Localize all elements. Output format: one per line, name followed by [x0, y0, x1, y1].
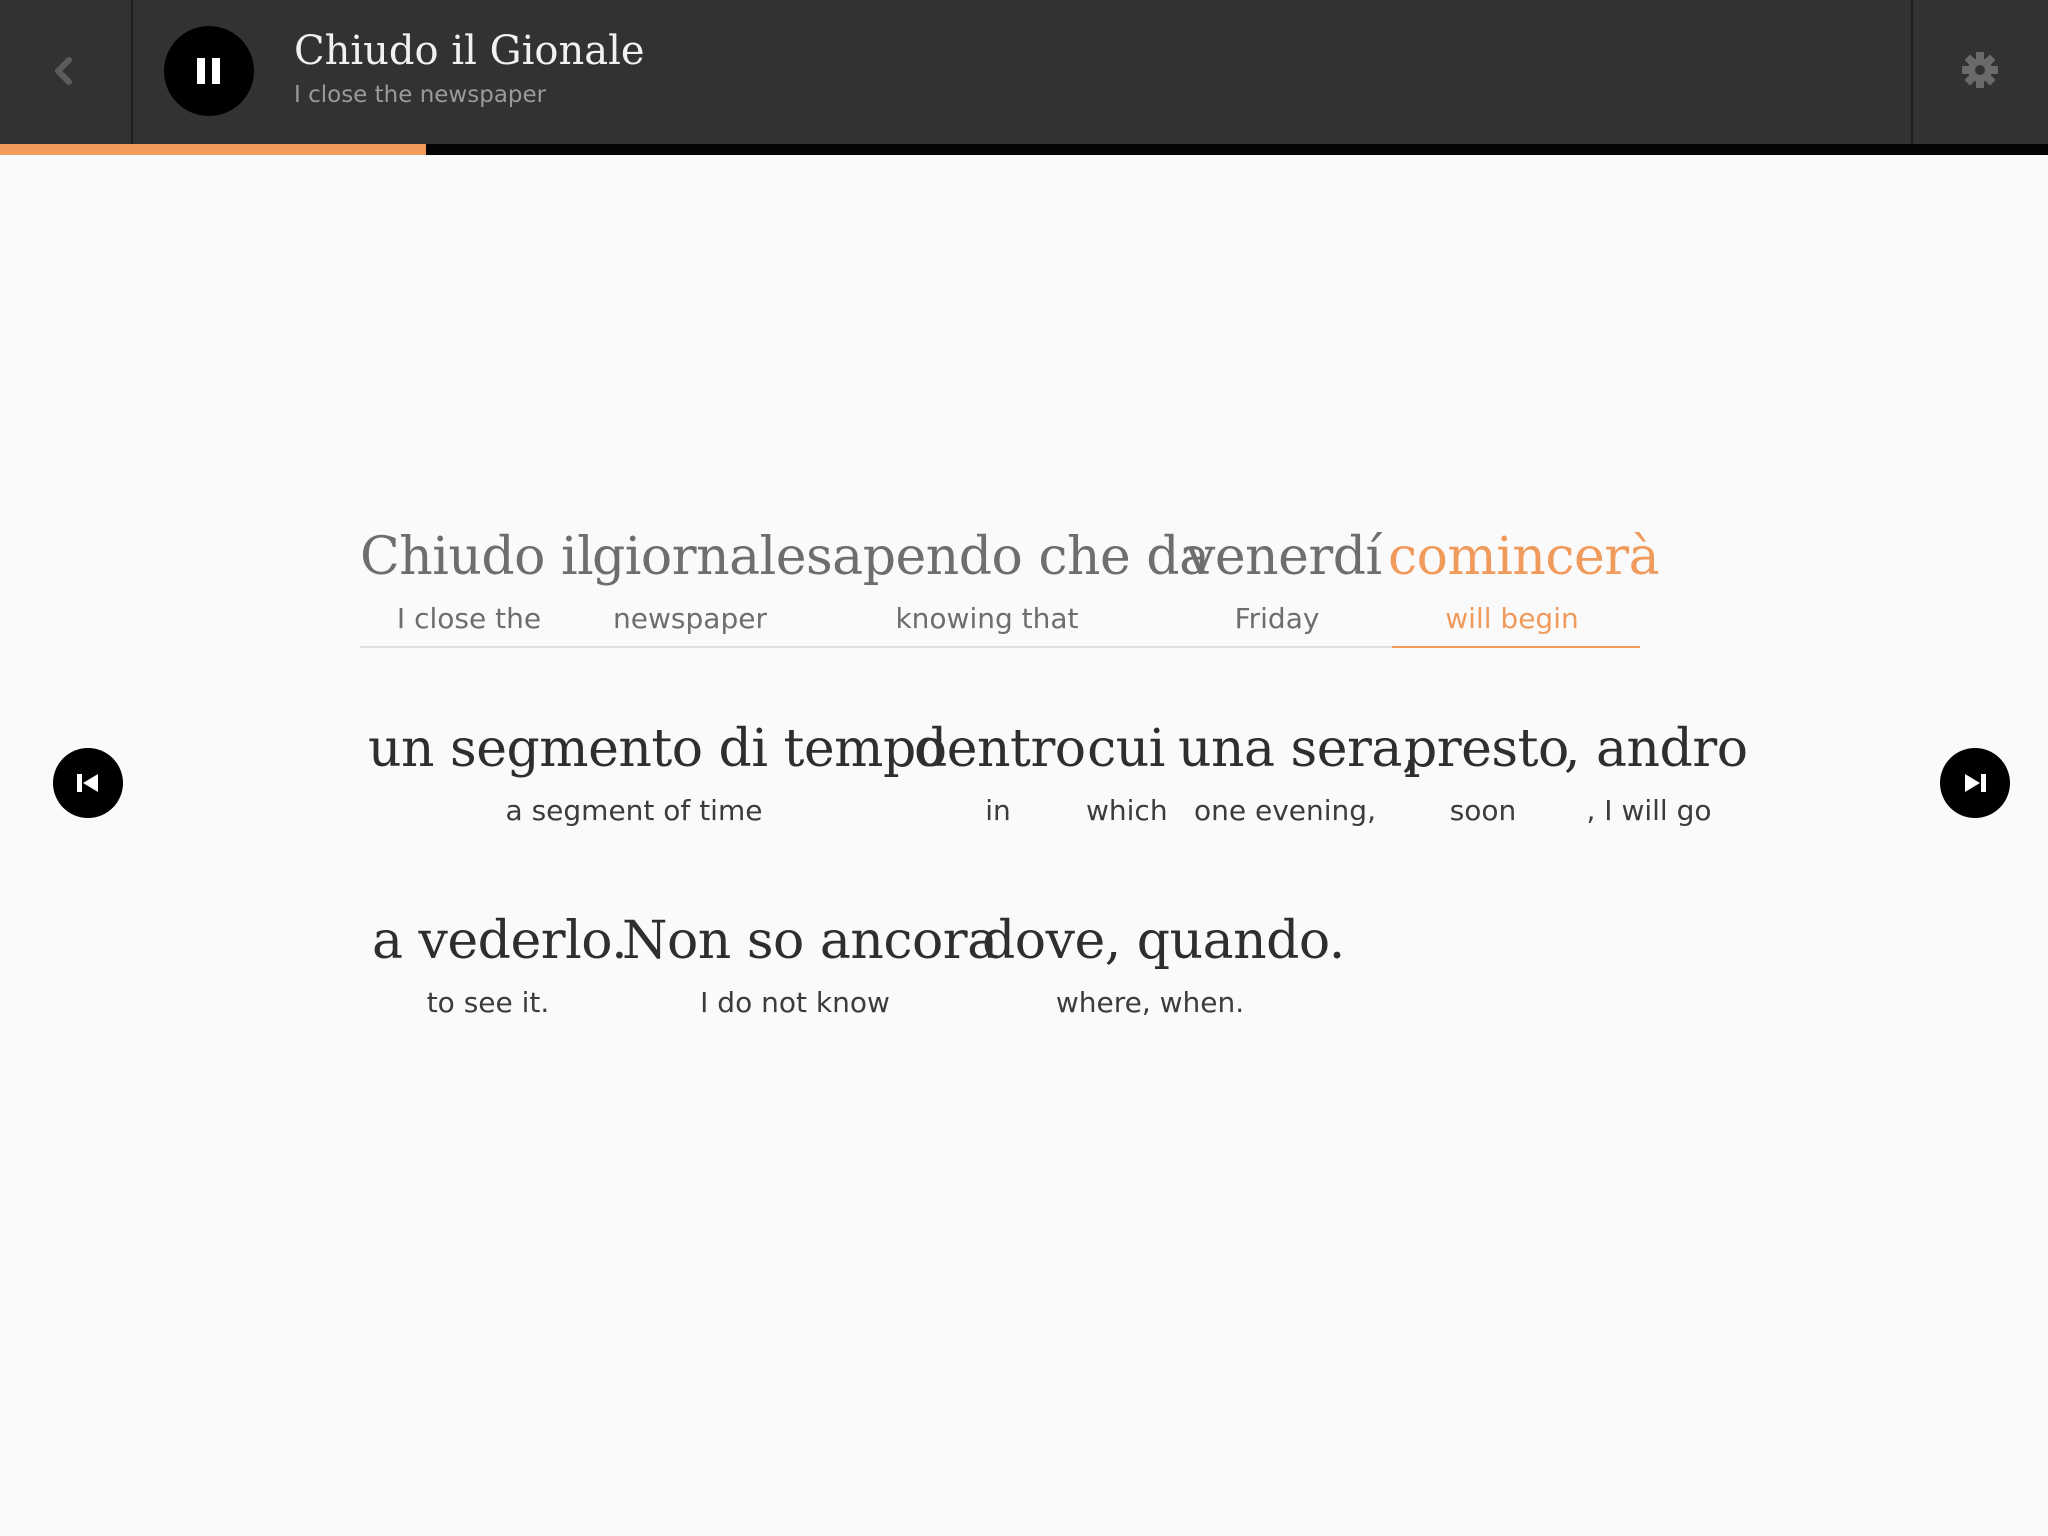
lesson-subtitle: I close the newspaper — [294, 82, 547, 108]
italian-word: , andro — [1564, 719, 1748, 779]
english-gloss: one evening, — [1194, 794, 1376, 827]
sentence-line-2: un segmento di tempo a segment of time d… — [0, 713, 2048, 833]
previous-sentence-button[interactable] — [53, 748, 123, 818]
word-pair[interactable]: venerdí Friday — [1186, 521, 1382, 639]
english-gloss: Friday — [1234, 602, 1320, 635]
back-button[interactable] — [0, 0, 132, 144]
word-pair[interactable]: un segmento di tempo a segment of time — [368, 713, 947, 831]
italian-word: Chiudo il — [360, 527, 594, 587]
word-pair[interactable]: presto soon — [1404, 713, 1569, 831]
gear-icon — [1962, 52, 1998, 88]
word-pair[interactable]: a vederlo. to see it. — [372, 905, 628, 1023]
italian-word: sapendo che da — [806, 527, 1210, 587]
english-gloss: soon — [1449, 794, 1517, 827]
progress-fill — [0, 144, 426, 155]
english-gloss: which — [1086, 794, 1168, 827]
english-gloss: newspaper — [613, 602, 767, 635]
skip-next-icon — [1965, 774, 1986, 792]
italian-word: un segmento di tempo — [368, 719, 947, 779]
word-pair[interactable]: cui which — [1086, 713, 1168, 831]
word-pair[interactable]: sapendo che da knowing that — [806, 521, 1210, 639]
italian-word: cui — [1087, 719, 1165, 779]
english-gloss: where, when. — [1055, 986, 1245, 1019]
next-sentence-button[interactable] — [1940, 748, 2010, 818]
pause-icon — [197, 58, 220, 84]
italian-word: dove, quando. — [982, 911, 1345, 971]
word-pair[interactable]: Chiudo il I close the — [360, 521, 594, 639]
word-pair[interactable]: giornale newspaper — [592, 521, 806, 639]
english-gloss: in — [985, 794, 1011, 827]
lesson-title: Chiudo il Gionale — [294, 28, 645, 74]
italian-word: una sera, — [1178, 719, 1418, 779]
progress-bar[interactable] — [0, 144, 2048, 155]
english-gloss: knowing that — [895, 602, 1079, 635]
italian-word: dentro — [914, 719, 1086, 779]
italian-word: venerdí — [1186, 527, 1382, 587]
sentence-line-3: a vederlo. to see it. Non so ancora I do… — [0, 905, 2048, 1025]
word-pair[interactable]: Non so ancora I do not know — [622, 905, 998, 1023]
italian-word: Non so ancora — [622, 911, 998, 971]
header-divider-left — [131, 0, 133, 144]
word-pair[interactable]: dove, quando. where, when. — [982, 905, 1345, 1023]
italian-word: giornale — [592, 527, 806, 587]
italian-word: comincerà — [1388, 527, 1660, 587]
top-bar: Chiudo il Gionale I close the newspaper — [0, 0, 2048, 144]
italian-word: presto — [1404, 719, 1569, 779]
english-gloss: I do not know — [700, 986, 890, 1019]
english-gloss: to see it. — [426, 986, 550, 1019]
english-gloss: , I will go — [1586, 794, 1712, 827]
english-gloss: I close the — [396, 602, 542, 635]
sentence-line-1: Chiudo il I close the giornale newspaper… — [0, 521, 2048, 641]
word-pair[interactable]: dentro in — [914, 713, 1086, 831]
skip-previous-icon — [77, 774, 98, 792]
italian-word: a vederlo. — [372, 911, 628, 971]
settings-button[interactable] — [1914, 0, 2048, 144]
english-gloss: a segment of time — [505, 794, 763, 827]
word-pair[interactable]: una sera, one evening, — [1178, 713, 1418, 831]
word-pair[interactable]: , andro , I will go — [1564, 713, 1748, 831]
english-gloss: will begin — [1445, 602, 1579, 635]
word-pair-current[interactable]: comincerà will begin — [1388, 521, 1660, 639]
pause-button[interactable] — [164, 26, 254, 116]
header-divider-right — [1911, 0, 1913, 144]
chevron-left-icon — [55, 57, 72, 85]
current-word-underline — [1392, 646, 1640, 648]
